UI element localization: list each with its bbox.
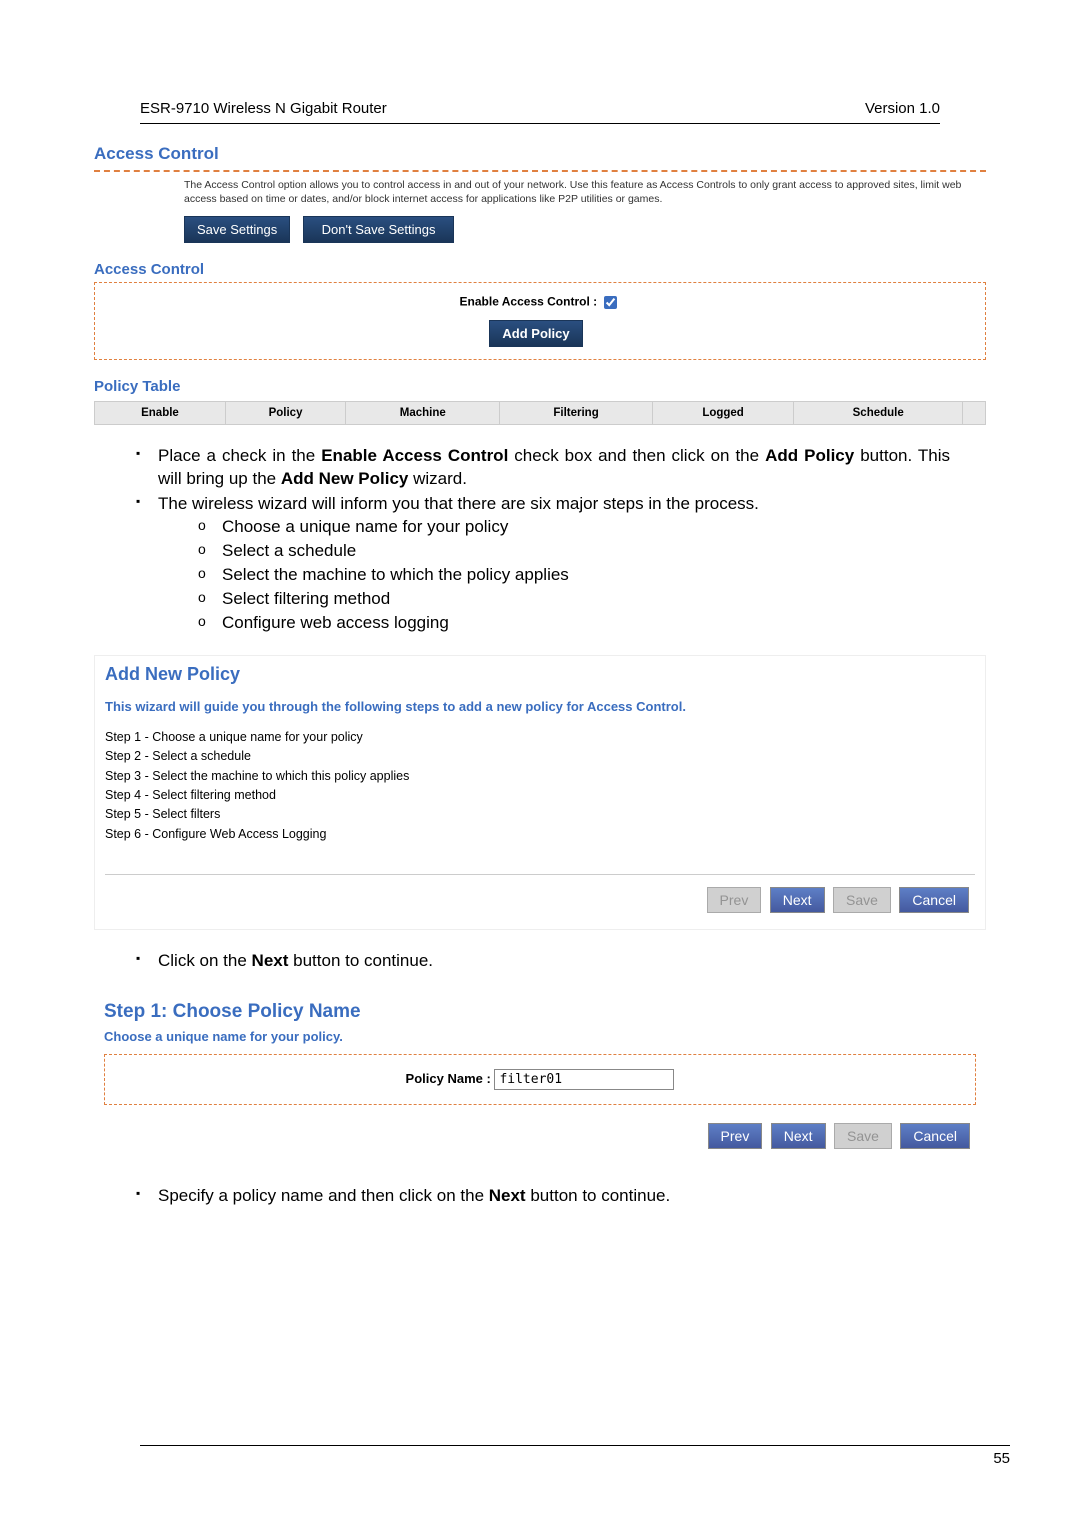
cancel-button[interactable]: Cancel [899,887,969,913]
add-new-policy-panel: Add New Policy This wizard will guide yo… [94,655,986,930]
next-button[interactable]: Next [770,887,825,913]
policy-name-input[interactable] [494,1069,674,1090]
col-schedule: Schedule [794,402,963,425]
page-number: 55 [140,1450,1010,1467]
enable-access-control-checkbox[interactable] [604,296,617,309]
wizard-step-2: Step 2 - Select a schedule [105,747,975,766]
section-divider [94,170,986,172]
policy-table: Enable Policy Machine Filtering Logged S… [94,401,986,425]
header-rule [140,123,940,124]
policy-name-box: Policy Name : [104,1054,976,1105]
dont-save-settings-button[interactable]: Don't Save Settings [303,216,455,243]
step1-nav-row: Prev Next Save Cancel [104,1123,976,1157]
wizard-steps-list: Step 1 - Choose a unique name for your p… [105,728,975,844]
access-control-subheading: Access Control [94,261,986,278]
save-buttons-row: Save Settings Don't Save Settings [94,216,986,243]
step1-subtitle: Choose a unique name for your policy. [104,1029,976,1044]
wizard-step-6: Step 6 - Configure Web Access Logging [105,825,975,844]
instruction-3: Click on the Next button to continue. [130,950,950,973]
instruction-1: Place a check in the Enable Access Contr… [130,445,950,491]
wizard-step-3: Step 3 - Select the machine to which thi… [105,767,975,786]
wizard-step-4: Step 4 - Select filtering method [105,786,975,805]
step1-panel: Step 1: Choose Policy Name Choose a uniq… [94,993,986,1165]
save-button: Save [834,1123,892,1149]
prev-button[interactable]: Prev [708,1123,763,1149]
col-machine: Machine [346,402,500,425]
col-spacer [963,402,986,425]
next-button[interactable]: Next [771,1123,826,1149]
manual-text-1: Place a check in the Enable Access Contr… [130,445,950,635]
footer-rule [140,1445,1010,1446]
prev-button: Prev [707,887,762,913]
col-policy: Policy [225,402,345,425]
access-control-panel: Access Control The Access Control option… [94,144,986,425]
substep-1: Choose a unique name for your policy [198,516,950,539]
wizard-divider [105,874,975,875]
wizard-step-1: Step 1 - Choose a unique name for your p… [105,728,975,747]
instruction-2: The wireless wizard will inform you that… [130,493,950,635]
policy-name-label: Policy Name : [406,1071,491,1086]
cancel-button[interactable]: Cancel [900,1123,970,1149]
doc-title-left: ESR-9710 Wireless N Gigabit Router [140,100,387,117]
col-filtering: Filtering [500,402,652,425]
manual-text-3: Specify a policy name and then click on … [130,1185,950,1208]
col-logged: Logged [652,402,794,425]
save-button: Save [833,887,891,913]
footer: 55 [140,1445,1010,1467]
section-title-access-control: Access Control [94,144,986,166]
substep-2: Select a schedule [198,540,950,563]
step1-title: Step 1: Choose Policy Name [104,1001,976,1025]
substep-4: Select filtering method [198,588,950,611]
save-settings-button[interactable]: Save Settings [184,216,290,243]
policy-table-title: Policy Table [94,378,986,395]
doc-title-right: Version 1.0 [865,100,940,117]
wizard-step-5: Step 5 - Select filters [105,805,975,824]
instruction-4: Specify a policy name and then click on … [130,1185,950,1208]
add-policy-button[interactable]: Add Policy [489,320,582,347]
enable-access-control-label: Enable Access Control : [460,295,598,309]
access-control-description: The Access Control option allows you to … [94,178,986,206]
wizard-intro: This wizard will guide you through the f… [105,699,975,714]
doc-header: ESR-9710 Wireless N Gigabit Router Versi… [70,100,1010,121]
substep-3: Select the machine to which the policy a… [198,564,950,587]
substep-5: Configure web access logging [198,612,950,635]
wizard-nav-row: Prev Next Save Cancel [105,887,975,921]
enable-access-control-box: Enable Access Control : Add Policy [94,282,986,360]
wizard-title: Add New Policy [105,664,975,687]
manual-text-2: Click on the Next button to continue. [130,950,950,973]
col-enable: Enable [95,402,226,425]
